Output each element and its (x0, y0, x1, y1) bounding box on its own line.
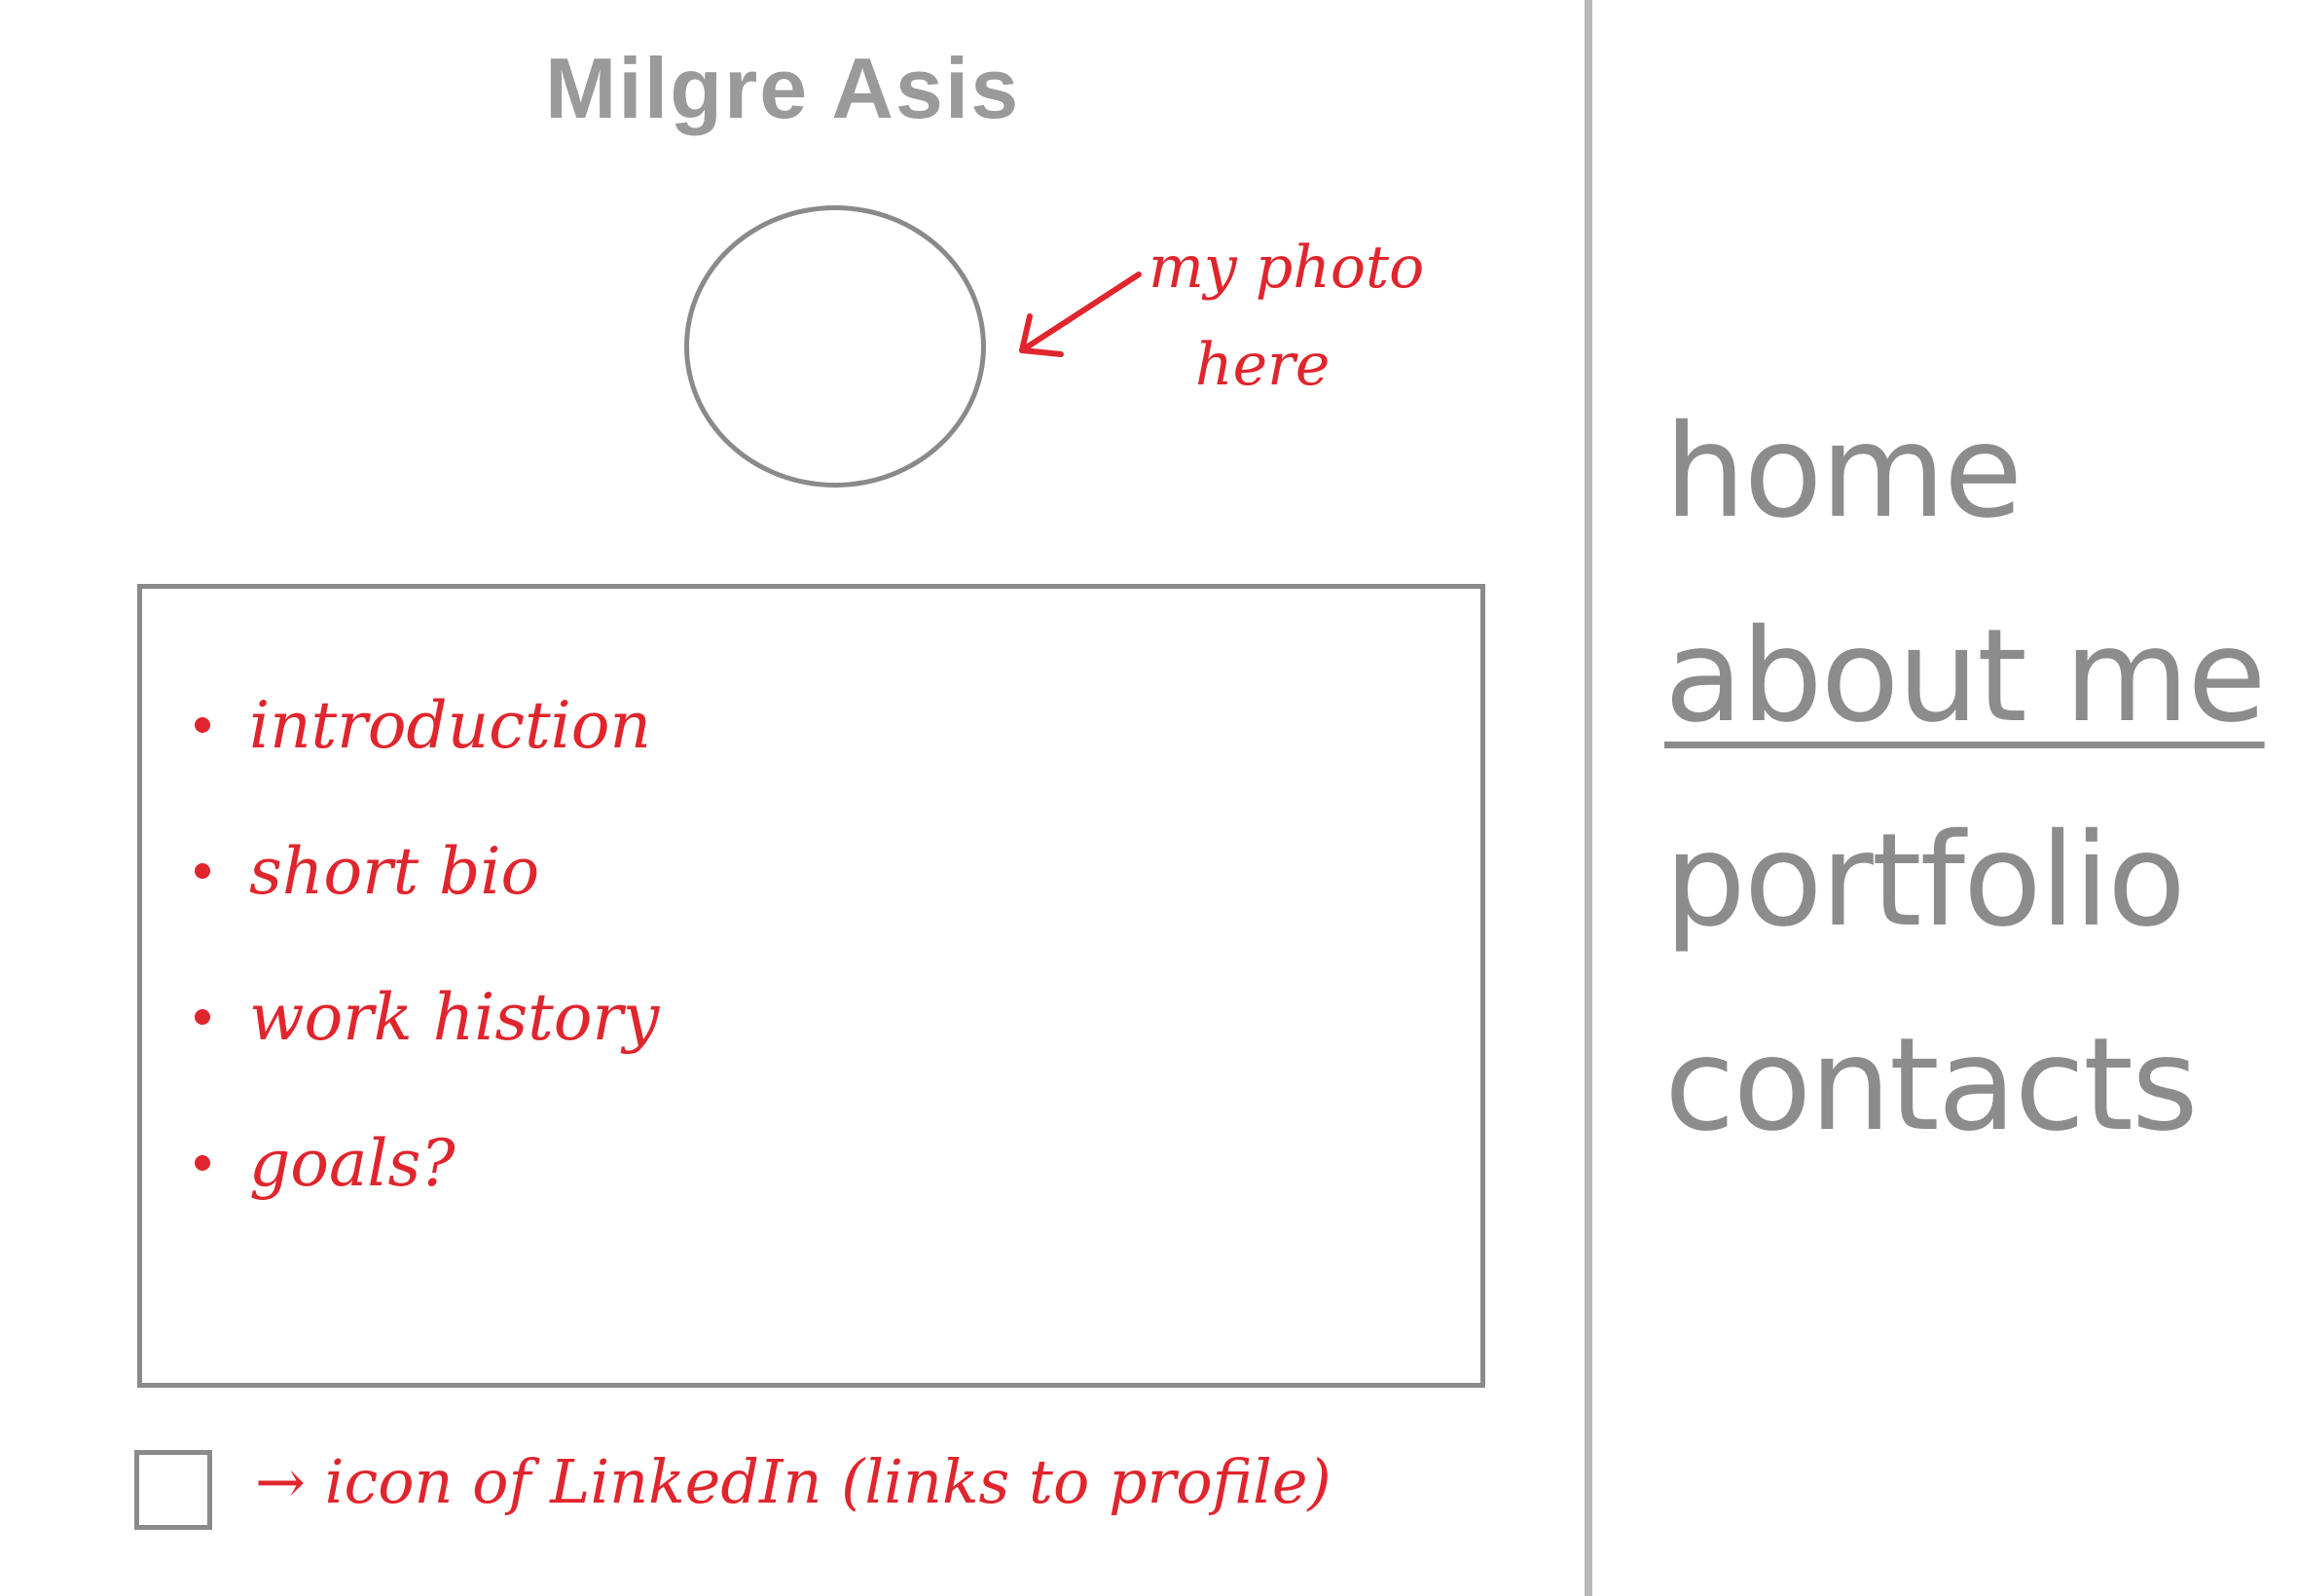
bullet-icon (195, 717, 210, 733)
bullet-icon (195, 1009, 210, 1025)
linkedin-icon[interactable] (134, 1450, 212, 1530)
photo-note-line1: my photo (1148, 234, 1425, 302)
bullet-icon (195, 1155, 210, 1171)
page-title: Milgre Asis (545, 40, 1021, 136)
content-outline-list: introduction short bio work history goal… (195, 652, 659, 1236)
nav-item-portfolio[interactable]: portfolio (1664, 779, 2248, 983)
nav-item-home[interactable]: home (1664, 370, 2248, 574)
list-item: introduction (195, 652, 659, 798)
arrow-left-icon (1019, 272, 1142, 357)
vertical-divider (1585, 0, 1592, 1596)
linkedin-note: → icon of LinkedIn (links to profile) (255, 1446, 1331, 1517)
side-nav: home about me portfolio contacts (1664, 370, 2267, 1187)
list-item: goals? (195, 1090, 659, 1236)
list-item-label: short bio (249, 833, 540, 909)
bullet-icon (195, 863, 210, 879)
list-item: short bio (195, 798, 659, 944)
list-item-label: introduction (249, 687, 652, 763)
list-item-label: goals? (249, 1125, 456, 1201)
nav-item-contacts[interactable]: contacts (1664, 983, 2248, 1187)
profile-photo-placeholder (684, 205, 986, 488)
list-item-label: work history (249, 979, 660, 1055)
list-item: work history (195, 944, 659, 1090)
nav-item-about-me[interactable]: about me (1664, 574, 2267, 779)
photo-note-line2: here (1195, 331, 1331, 399)
